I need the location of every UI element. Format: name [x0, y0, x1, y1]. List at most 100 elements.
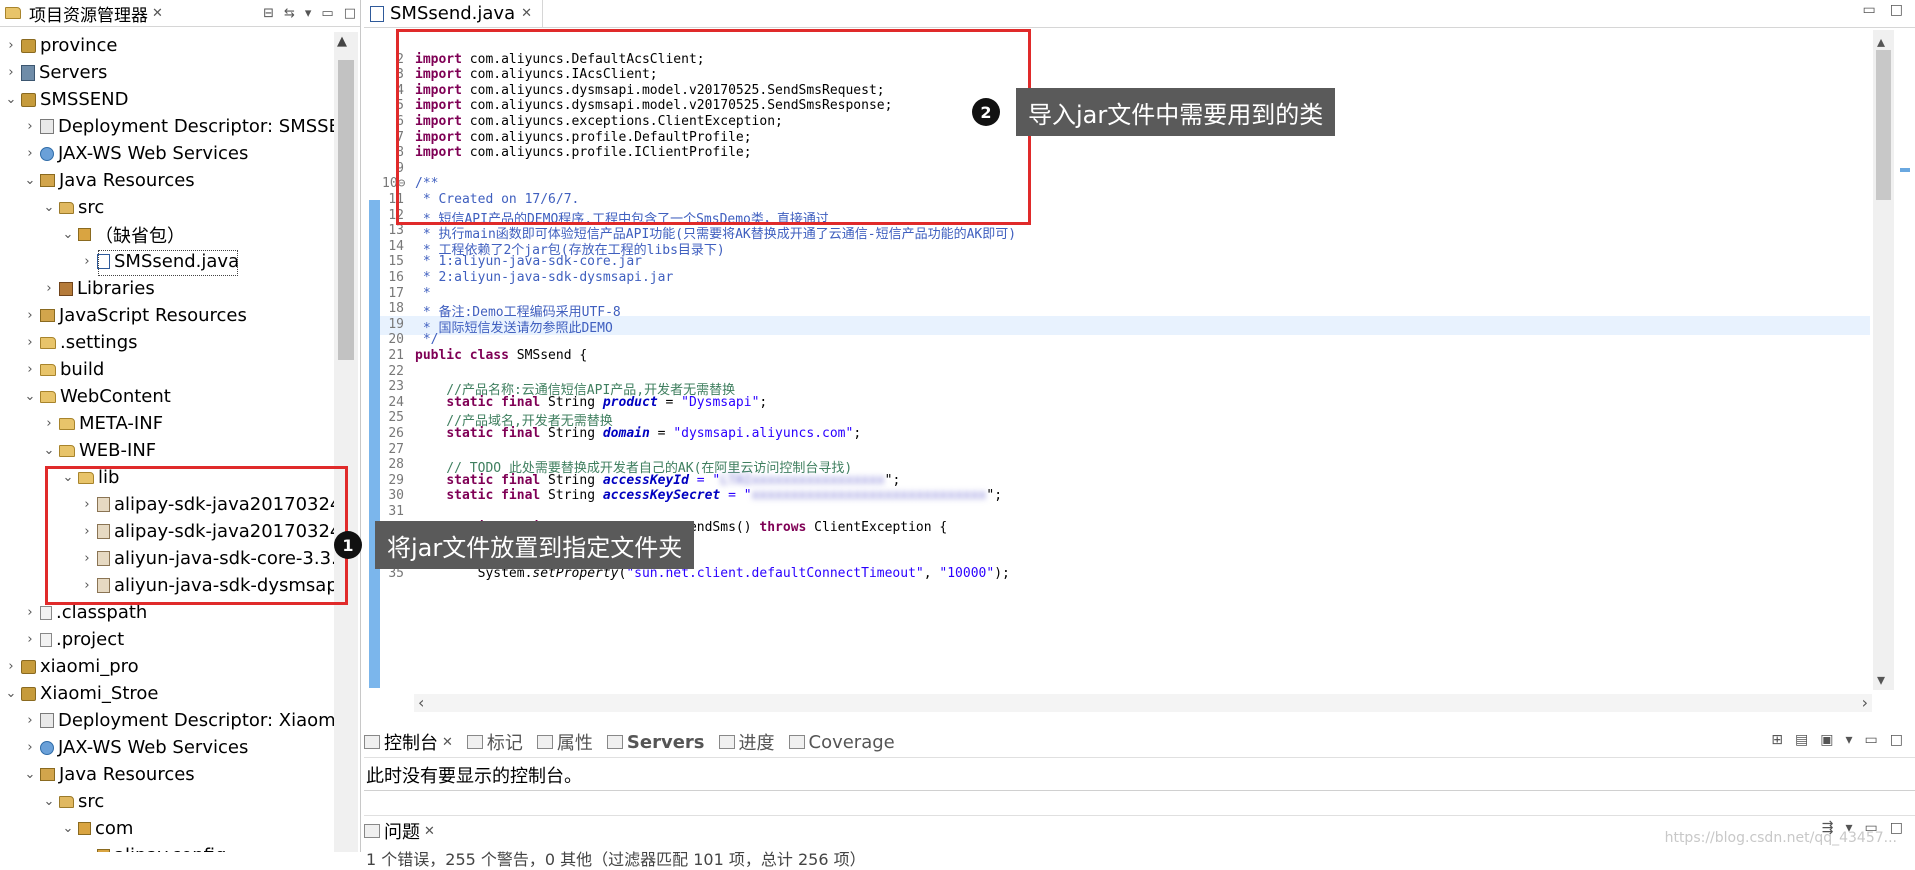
tree-item[interactable]: › Servers — [2, 59, 107, 86]
tree-item[interactable]: ⌄ Java Resources — [21, 167, 195, 194]
tab-console-5[interactable]: Coverage — [788, 732, 895, 753]
tree-item[interactable]: ⌄ WEB-INF — [40, 437, 157, 464]
minimize-icon[interactable]: ▭ — [321, 6, 333, 21]
maximize-icon[interactable]: □ — [344, 6, 356, 21]
tree-item[interactable]: › META-INF — [40, 410, 163, 437]
annotation-callout-lib: 将jar文件放置到指定文件夹 — [375, 521, 695, 569]
chevron-down-icon[interactable]: ⌄ — [21, 173, 39, 188]
folder-icon — [59, 444, 75, 457]
scroll-up-icon[interactable]: ▲ — [337, 34, 347, 49]
project-explorer-tab[interactable]: 项目资源管理器 ✕ — [0, 0, 169, 26]
minimize-icon[interactable]: ▭ — [1865, 732, 1878, 748]
tree-item[interactable]: ⌄ src — [40, 194, 105, 221]
tab-console-2[interactable]: 属性 — [536, 729, 593, 755]
file-icon — [40, 632, 52, 647]
tree-item[interactable]: ⌄ SMSSEND — [2, 86, 129, 113]
chevron-down-icon[interactable]: ⌄ — [40, 794, 58, 809]
chevron-down-icon[interactable]: ⌄ — [21, 767, 39, 782]
chevron-right-icon[interactable]: › — [40, 281, 58, 296]
chevron-down-icon[interactable]: ⌄ — [2, 92, 20, 107]
tree-item[interactable]: ⌄ Xiaomi_Stroe — [2, 680, 159, 707]
display-console-icon[interactable]: ▤ — [1795, 732, 1808, 748]
pin-console-icon[interactable]: ⊞ — [1771, 732, 1783, 748]
chevron-right-icon[interactable]: › — [21, 335, 39, 350]
tab-problems[interactable]: 问题 ✕ — [364, 818, 435, 844]
chevron-right-icon[interactable]: › — [21, 740, 39, 755]
tree-item[interactable]: › JAX-WS Web Services — [21, 734, 248, 761]
tree-item[interactable]: › xiaomi_pro — [2, 653, 138, 680]
code-text: */ — [415, 332, 439, 347]
line-number: 26 — [388, 426, 404, 441]
tree-item[interactable]: › .settings — [21, 329, 137, 356]
console-tab-label: 标记 — [486, 733, 523, 754]
chevron-right-icon[interactable]: › — [78, 848, 96, 852]
chevron-right-icon[interactable]: › — [40, 416, 58, 431]
tree-item[interactable]: › JAX-WS Web Services — [21, 140, 248, 167]
scroll-left-icon[interactable]: ‹ — [418, 693, 424, 712]
editor-horizontal-scrollbar[interactable]: ‹ › — [414, 693, 1872, 712]
chevron-down-icon[interactable]: ⌄ — [59, 821, 77, 836]
chevron-right-icon[interactable]: › — [21, 713, 39, 728]
chevron-right-icon[interactable]: › — [21, 146, 39, 161]
editor-tab[interactable]: SMSsend.java ✕ — [364, 0, 544, 27]
link-editor-icon[interactable]: ⇆ — [284, 6, 295, 21]
chevron-right-icon[interactable]: › — [2, 65, 20, 80]
tree-item[interactable]: › Libraries — [40, 275, 154, 302]
chevron-right-icon[interactable]: › — [21, 362, 39, 377]
chevron-right-icon[interactable]: › — [2, 38, 20, 53]
overview-mark[interactable] — [1900, 168, 1910, 172]
chevron-right-icon[interactable]: › — [21, 308, 39, 323]
tree-item[interactable]: › JavaScript Resources — [21, 302, 246, 329]
tree-item[interactable]: › alipay.config — [78, 842, 226, 852]
close-icon[interactable]: ✕ — [442, 735, 453, 750]
tree-item[interactable]: › province — [2, 32, 117, 59]
project-explorer-title: 项目资源管理器 — [29, 5, 148, 26]
collapse-all-icon[interactable]: ⊟ — [263, 6, 274, 21]
code-token: "; — [884, 472, 901, 488]
close-icon[interactable]: ✕ — [424, 824, 435, 839]
chevron-down-icon[interactable]: ⌄ — [21, 389, 39, 404]
chevron-right-icon[interactable]: › — [21, 605, 39, 620]
scroll-down-icon[interactable]: ▾ — [1877, 670, 1885, 689]
chevron-right-icon[interactable]: › — [78, 254, 96, 269]
editor-scroll-thumb[interactable] — [1876, 50, 1891, 200]
tab-console-3[interactable]: Servers — [606, 732, 705, 753]
close-icon[interactable]: ✕ — [152, 6, 163, 21]
chevron-down-icon[interactable]: ⌄ — [59, 227, 77, 242]
java-resources-icon — [40, 174, 55, 187]
tree-item[interactable]: ⌄ src — [40, 788, 105, 815]
scroll-up-icon[interactable]: ▴ — [1877, 32, 1885, 51]
chevron-right-icon[interactable]: › — [21, 119, 39, 134]
maximize-icon[interactable]: □ — [1890, 2, 1903, 18]
tree-item[interactable]: ⌄ com — [59, 815, 134, 842]
code-token: product — [602, 394, 658, 410]
view-menu-icon[interactable]: ▾ — [1846, 732, 1853, 748]
console-toolbar: ⊞ ▤ ▣ ▾ ▭ □ — [1771, 732, 1903, 748]
tree-item[interactable]: › .project — [21, 626, 124, 653]
scroll-right-icon[interactable]: › — [1862, 693, 1868, 712]
chevron-down-icon[interactable]: ⌄ — [40, 443, 58, 458]
tab-console-4[interactable]: 进度 — [718, 729, 775, 755]
view-menu-icon[interactable]: ▾ — [305, 6, 312, 21]
line-number: 13 — [388, 223, 404, 239]
tree-item[interactable]: › Deployment Descriptor: Xiaomi — [21, 707, 334, 734]
tree-item[interactable]: ⌄ Java Resources — [21, 761, 195, 788]
open-console-icon[interactable]: ▣ — [1820, 732, 1833, 748]
tree-item[interactable]: › Deployment Descriptor: SMSSE — [21, 113, 334, 140]
tree-item[interactable]: ⌄ WebContent — [21, 383, 171, 410]
chevron-right-icon[interactable]: › — [2, 659, 20, 674]
minimize-icon[interactable]: ▭ — [1863, 2, 1876, 18]
project-icon — [21, 686, 36, 701]
tab-console-1[interactable]: 标记 — [466, 729, 523, 755]
maximize-icon[interactable]: □ — [1890, 732, 1903, 748]
tree-item[interactable]: ⌄ （缺省包） — [59, 221, 185, 248]
close-icon[interactable]: ✕ — [521, 6, 532, 21]
chevron-right-icon[interactable]: › — [21, 632, 39, 647]
explorer-scroll-thumb[interactable] — [338, 60, 354, 360]
chevron-down-icon[interactable]: ⌄ — [2, 686, 20, 701]
annotation-box-lib — [45, 466, 348, 605]
explorer-toolbar: ⊟ ⇆ ▾ ▭ □ — [263, 0, 356, 26]
tree-item[interactable]: › build — [21, 356, 104, 383]
tab-console-0[interactable]: 控制台 ✕ — [364, 729, 453, 755]
chevron-down-icon[interactable]: ⌄ — [40, 200, 58, 215]
